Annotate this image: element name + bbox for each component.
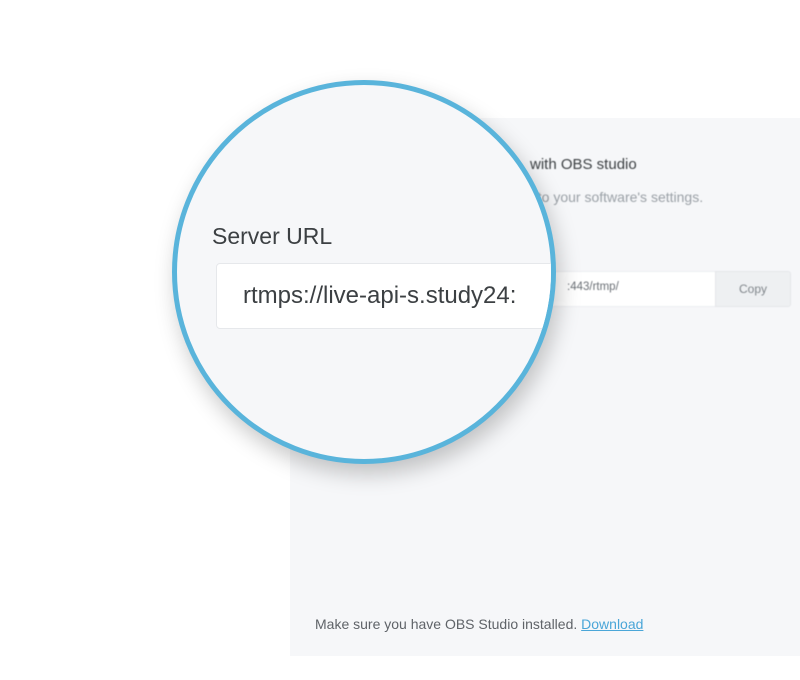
panel-footer: Make sure you have OBS Studio installed.…: [315, 616, 643, 632]
screenshot-stage: with OBS studio nto your software's sett…: [0, 0, 800, 680]
download-link[interactable]: Download: [581, 616, 643, 632]
footer-text: Make sure you have OBS Studio installed.: [315, 616, 578, 632]
copy-button[interactable]: Copy: [715, 271, 791, 307]
server-url-input-zoomed[interactable]: rtmps://live-api-s.study24:: [216, 263, 551, 329]
server-url-field[interactable]: [535, 271, 715, 307]
server-url-value: rtmps://live-api-s.study24:: [243, 282, 517, 309]
magnifier-lens: Server URL rtmps://live-api-s.study24:: [172, 80, 556, 464]
panel-heading: with OBS studio: [530, 156, 637, 173]
server-url-visible-text: :443/rtmp/: [567, 281, 619, 293]
server-url-label: Server URL: [212, 223, 333, 249]
panel-subtext: nto your software's settings.: [530, 189, 704, 205]
